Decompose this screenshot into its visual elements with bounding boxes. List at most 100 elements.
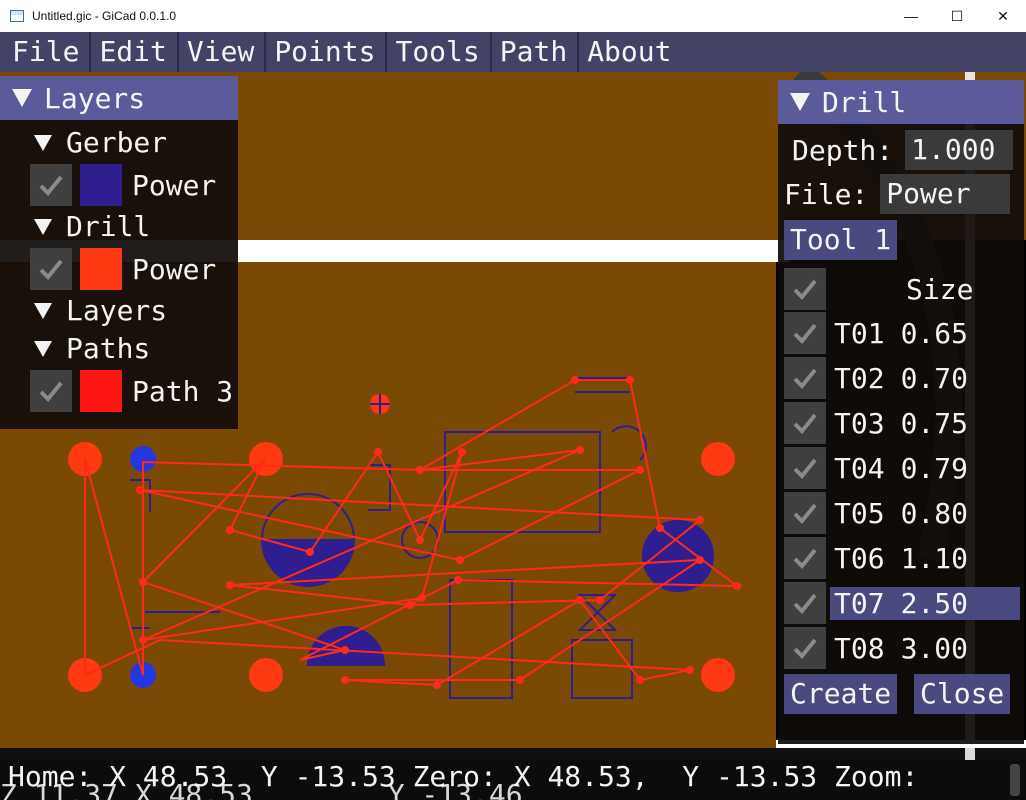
check-icon <box>793 503 817 524</box>
tool-name: T08 <box>834 631 885 665</box>
close-window-button[interactable]: ✕ <box>980 0 1026 32</box>
layer-visibility-checkbox[interactable] <box>30 164 72 206</box>
canvas-bottom <box>0 748 1026 760</box>
check-icon <box>793 279 817 300</box>
tool-row[interactable]: T01 0.65 <box>784 312 968 354</box>
layers-panel: Layers Gerber Power Drill Power Layers P… <box>0 76 238 429</box>
layer-color-swatch[interactable] <box>80 248 122 290</box>
tree-gerber-label: Gerber <box>66 126 168 159</box>
file-select[interactable]: Power <box>880 174 1011 214</box>
tool-row[interactable]: T04 0.79 <box>784 447 968 489</box>
pad-bottom-right <box>701 658 735 692</box>
tool-row[interactable]: T02 0.70 <box>784 357 968 399</box>
tool-selected-highlight[interactable]: T07 2.50 <box>830 586 1020 620</box>
tool-size: 0.75 <box>900 406 969 440</box>
app-icon <box>10 10 24 22</box>
menu-tools[interactable]: Tools <box>387 32 492 72</box>
layer-color-swatch[interactable] <box>80 370 122 412</box>
tool-checkbox[interactable] <box>784 582 826 624</box>
pad-top-right <box>701 442 735 476</box>
expand-icon <box>34 302 52 319</box>
tool-checkbox[interactable] <box>784 357 826 399</box>
tree-layers-label: Layers <box>66 294 168 327</box>
tool-name: T01 <box>834 316 885 350</box>
tool-checkbox[interactable] <box>784 537 826 579</box>
depth-input[interactable]: 1.000 <box>905 130 1014 170</box>
layer-visibility-checkbox[interactable] <box>30 370 72 412</box>
size-header: Size <box>906 272 974 306</box>
collapse-icon <box>790 93 810 111</box>
status-scrollbar[interactable] <box>1010 764 1020 796</box>
tool-row[interactable]: T08 3.00 <box>784 627 968 669</box>
tool-checkbox[interactable] <box>784 492 826 534</box>
status-coordinates: Home: X 48.53 Y -13.53 Zero: X 48.53, Y … <box>8 760 936 793</box>
tool-checkbox[interactable] <box>784 312 826 354</box>
drill-panel-header[interactable]: Drill <box>778 80 1024 124</box>
layer-color-swatch[interactable] <box>80 164 122 206</box>
check-icon <box>39 259 63 280</box>
menu-edit[interactable]: Edit <box>91 32 179 72</box>
menu-bar: File Edit View Points Tools Path About <box>0 32 1026 72</box>
tool-name: T04 <box>834 451 885 485</box>
layers-panel-header[interactable]: Layers <box>0 76 238 120</box>
layer-item-drill-power: Power <box>30 248 216 290</box>
tool-row-selected[interactable]: T07 2.50 <box>784 582 1020 624</box>
file-label: File: <box>784 177 869 211</box>
tool-name: T05 <box>834 496 885 530</box>
menu-points[interactable]: Points <box>266 32 388 72</box>
tool-checkbox[interactable] <box>784 402 826 444</box>
layers-panel-title: Layers <box>44 81 146 115</box>
tree-drill-label: Drill <box>66 210 151 243</box>
expand-icon <box>34 134 52 151</box>
tool-name: T07 <box>834 586 885 620</box>
status-bar: Z 11.37 X 48.53 Y -13.46 Home: X 48.53 Y… <box>0 760 1026 800</box>
menu-file[interactable]: File <box>4 32 92 72</box>
check-icon <box>39 175 63 196</box>
expand-icon <box>34 218 52 235</box>
tree-drill[interactable]: Drill <box>22 210 150 243</box>
pad-bottom-mid <box>249 658 283 692</box>
tool-size: 0.65 <box>900 316 969 350</box>
window-titlebar: Untitled.gic - GiCad 0.0.1.0 — ☐ ✕ <box>0 0 1026 32</box>
layer-item-path: Path 3 <box>30 370 233 412</box>
menu-view[interactable]: View <box>179 32 267 72</box>
tree-paths-label: Paths <box>66 332 151 365</box>
tool-name: T06 <box>834 541 885 575</box>
layer-item-label: Power <box>132 252 217 286</box>
layer-item-label: Path 3 <box>132 374 234 408</box>
tool-checkbox[interactable] <box>784 447 826 489</box>
tool-checkbox[interactable] <box>784 627 826 669</box>
check-icon <box>793 593 817 614</box>
check-icon <box>793 368 817 389</box>
file-select-value: Power <box>886 177 971 210</box>
depth-row: Depth: 1.000 <box>792 130 1014 170</box>
tree-layers[interactable]: Layers <box>22 294 167 327</box>
tree-paths[interactable]: Paths <box>22 332 150 365</box>
tool-row[interactable]: T05 0.80 <box>784 492 968 534</box>
tree-gerber[interactable]: Gerber <box>22 126 167 159</box>
window-title: Untitled.gic - GiCad 0.0.1.0 <box>32 9 177 23</box>
maximize-button[interactable]: ☐ <box>934 0 980 32</box>
menu-about[interactable]: About <box>579 32 681 72</box>
tool-size: 1.10 <box>900 541 969 575</box>
tool-row[interactable]: T03 0.75 <box>784 402 968 444</box>
menu-path[interactable]: Path <box>492 32 580 72</box>
tool-tab[interactable]: Tool 1 <box>784 220 898 260</box>
tool-size: 0.70 <box>900 361 969 395</box>
tool-size: 3.00 <box>900 631 969 665</box>
check-icon <box>793 323 817 344</box>
select-all-checkbox[interactable] <box>784 268 826 310</box>
check-icon <box>39 381 63 402</box>
tool-size: 2.50 <box>900 586 969 620</box>
create-button[interactable]: Create <box>784 674 898 714</box>
tool-size: 0.79 <box>900 451 969 485</box>
drill-panel: Drill Depth: 1.000 File: Power Tool 1 Si… <box>778 80 1024 744</box>
close-button[interactable]: Close <box>914 674 1011 714</box>
layer-item-gerber-power: Power <box>30 164 216 206</box>
expand-icon <box>34 340 52 357</box>
layer-visibility-checkbox[interactable] <box>30 248 72 290</box>
depth-label: Depth: <box>792 133 894 167</box>
tool-name: T02 <box>834 361 885 395</box>
minimize-button[interactable]: — <box>888 0 934 32</box>
tool-row[interactable]: T06 1.10 <box>784 537 968 579</box>
